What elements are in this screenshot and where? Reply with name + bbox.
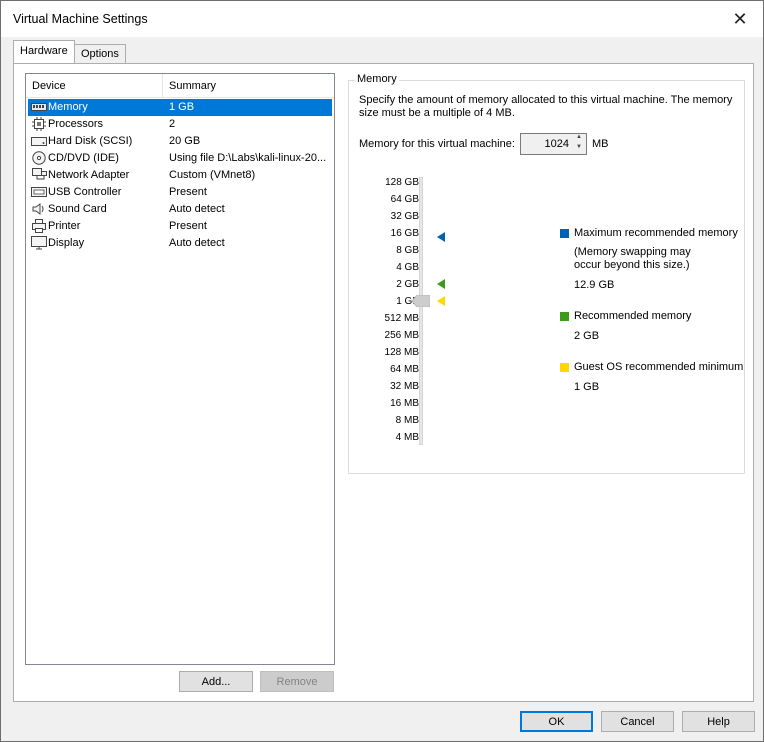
close-icon: ✕ [732,8,748,29]
title-bar: Virtual Machine Settings ✕ [1,1,763,37]
add-button[interactable]: Add... [179,671,253,692]
device-summary: Present [169,220,207,232]
cd-dvd-icon [32,151,46,165]
scale-label: 8 GB [396,245,419,256]
scale-label: 128 GB [385,177,419,188]
max-legend-note: (Memory swapping may occur beyond this s… [574,246,691,271]
scale-label: 4 MB [395,432,419,443]
max-legend-swatch [560,229,569,238]
recommended-legend-swatch [560,312,569,321]
device-row-network-adapter[interactable]: Network Adapter Custom (VMnet8) [28,167,332,184]
guest-min-legend-value: 1 GB [574,381,600,393]
device-name: USB Controller [48,186,122,198]
display-icon [31,236,47,250]
memory-value[interactable]: 1024 [521,138,569,150]
column-header-device[interactable]: Device [26,74,163,98]
device-name: Sound Card [48,203,107,215]
guest-min-legend-swatch [560,363,569,372]
usb-icon [31,187,47,197]
device-name: Printer [48,220,81,232]
scale-label: 256 MB [384,330,419,341]
memory-slider-track[interactable] [419,177,423,445]
spin-down-button[interactable]: ▼ [572,144,586,154]
max-legend-title: Maximum recommended memory [574,227,738,239]
device-name: Memory [48,101,88,113]
device-name: Network Adapter [48,169,130,181]
list-header: Device Summary [26,74,334,98]
scale-label: 1 GB [396,296,419,307]
scale-label: 32 MB [390,381,419,392]
processor-icon [32,117,46,131]
scale-label: 128 MB [384,347,419,358]
max-recommended-marker [437,232,445,242]
cancel-button[interactable]: Cancel [601,711,674,732]
hardware-panel: Device Summary Memory 1 GB Processors 2 … [13,63,754,702]
tab-options[interactable]: Options [74,44,126,63]
device-name: Display [48,237,85,249]
device-summary: Custom (VMnet8) [169,169,256,181]
memory-unit: MB [592,138,609,150]
help-button[interactable]: Help [682,711,755,732]
memory-scale: 128 GB 64 GB 32 GB 16 GB 8 GB 4 GB 2 GB … [349,81,419,475]
chevron-down-icon: ▼ [576,144,582,150]
vm-settings-dialog: Virtual Machine Settings ✕ Hardware Opti… [0,0,764,742]
device-name: CD/DVD (IDE) [48,152,119,164]
device-row-usb-controller[interactable]: USB Controller Present [28,184,332,201]
scale-label: 64 GB [390,194,419,205]
device-row-cd-dvd[interactable]: CD/DVD (IDE) Using file D:\Labs\kali-lin… [28,150,332,167]
scale-label: 16 MB [390,398,419,409]
guest-min-legend-title: Guest OS recommended minimum [574,361,744,373]
recommended-marker [437,279,445,289]
close-button[interactable]: ✕ [717,1,763,37]
remove-button[interactable]: Remove [260,671,334,692]
device-summary: 20 GB [169,135,201,147]
window-title: Virtual Machine Settings [13,12,148,26]
device-summary: Auto detect [169,237,225,249]
device-summary: 2 [169,118,176,130]
memory-icon [31,103,47,111]
memory-slider-thumb[interactable] [412,295,430,307]
scale-label: 8 MB [395,415,419,426]
recommended-legend-title: Recommended memory [574,310,692,322]
scale-label: 16 GB [390,228,419,239]
recommended-legend-value: 2 GB [574,330,600,342]
device-summary: Auto detect [169,203,225,215]
scale-label: 4 GB [396,262,419,273]
memory-group: Memory Specify the amount of memory allo… [348,73,745,475]
tab-hardware[interactable]: Hardware [13,40,75,63]
ok-button[interactable]: OK [520,711,593,732]
device-row-memory[interactable]: Memory 1 GB [28,99,332,116]
device-name: Processors [48,118,104,130]
device-list[interactable]: Device Summary Memory 1 GB Processors 2 … [25,73,335,665]
hard-disk-icon [31,137,47,146]
device-row-sound-card[interactable]: Sound Card Auto detect [28,201,332,218]
device-row-printer[interactable]: Printer Present [28,218,332,235]
scale-label: 2 GB [396,279,419,290]
memory-spinbox[interactable]: 1024 ▲ ▼ [520,133,587,155]
chevron-up-icon: ▲ [576,134,582,140]
device-row-processors[interactable]: Processors 2 [28,116,332,133]
device-summary: Using file D:\Labs\kali-linux-20... [169,152,327,164]
guest-min-marker [437,296,445,306]
printer-icon [32,219,46,233]
device-row-display[interactable]: Display Auto detect [28,235,332,252]
device-summary: 1 GB [169,101,195,113]
device-row-hard-disk[interactable]: Hard Disk (SCSI) 20 GB [28,133,332,150]
max-legend-value: 12.9 GB [574,279,615,291]
column-header-summary[interactable]: Summary [163,74,334,98]
device-summary: Present [169,186,207,198]
scale-label: 64 MB [390,364,419,375]
sound-card-icon [32,203,44,215]
scale-label: 32 GB [390,211,419,222]
network-adapter-icon [32,168,47,180]
spin-up-button[interactable]: ▲ [572,134,586,144]
scale-label: 512 MB [384,313,419,324]
device-name: Hard Disk (SCSI) [48,135,133,147]
